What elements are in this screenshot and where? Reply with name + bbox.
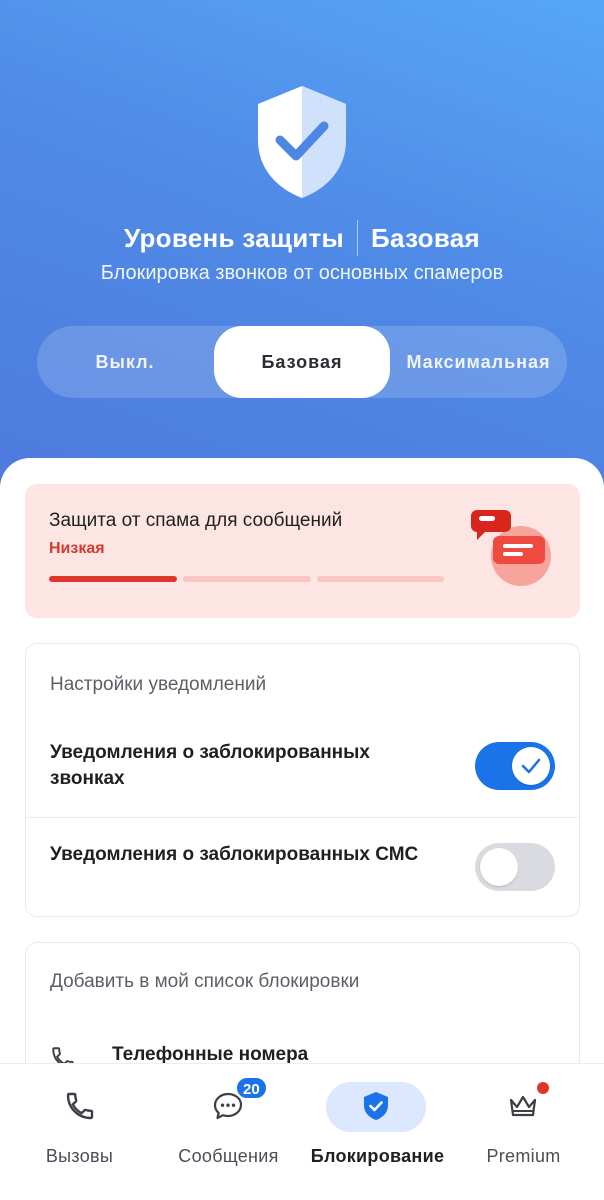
protection-header: Уровень защиты Базовая Блокировка звонко…	[0, 0, 604, 520]
blocked-sms-notification-toggle[interactable]	[475, 843, 555, 891]
spam-level-label: Низкая	[49, 540, 105, 557]
block-list-title: Добавить в мой список блокировки	[50, 971, 360, 992]
nav-label-premium: Premium	[486, 1146, 561, 1166]
spam-card-title: Защита от спама для сообщений	[49, 510, 343, 531]
nav-item-messages[interactable]: Сообщения	[153, 1064, 304, 1200]
nav-label-calls: Вызовы	[45, 1146, 114, 1166]
protection-mode-selector: Выкл. Базовая Максимальная	[37, 326, 567, 398]
messages-unread-badge: 20	[235, 1076, 268, 1100]
nav-label-messages: Сообщения	[178, 1146, 279, 1166]
mode-max-button[interactable]: Максимальная	[390, 326, 567, 398]
row-divider	[26, 817, 579, 818]
toggle-knob	[512, 747, 550, 785]
nav-label-blocking: Блокирование	[310, 1146, 445, 1166]
check-icon	[521, 758, 541, 774]
title-divider	[357, 220, 359, 256]
protection-level-heading: Уровень защиты Базовая	[0, 218, 604, 258]
protection-level-subtitle: Блокировка звонков от основных спамеров	[100, 262, 504, 284]
mode-off-button[interactable]: Выкл.	[37, 326, 213, 398]
notification-settings-title: Настройки уведомлений	[50, 674, 267, 695]
blocked-sms-notification-label: Уведомления о заблокированных СМС	[50, 844, 419, 865]
nav-item-blocking[interactable]: Блокирование	[302, 1064, 453, 1200]
shield-check-icon	[364, 1092, 388, 1120]
sms-spam-protection-card[interactable]: Защита от спама для сообщений Низкая	[25, 484, 580, 618]
premium-notification-dot	[537, 1082, 549, 1094]
bottom-navigation: Вызовы Сообщения Блокирование Premium	[0, 1064, 604, 1200]
protection-level-value: Базовая	[371, 222, 481, 253]
message-chat-illustration	[471, 510, 551, 586]
phone-icon	[66, 1092, 94, 1120]
blocked-calls-notification-toggle[interactable]	[475, 742, 555, 790]
nav-item-premium[interactable]: Premium	[448, 1064, 599, 1200]
shield-check-icon	[258, 86, 346, 198]
blocked-calls-notification-label: Уведомления о заблокированных звонках	[50, 742, 370, 789]
spam-level-bar-segment	[317, 576, 444, 582]
notification-settings-card: Настройки уведомлений Уведомления о забл…	[25, 643, 580, 917]
crown-icon	[509, 1095, 537, 1117]
toggle-knob	[480, 848, 518, 886]
spam-level-bar-segment	[49, 576, 177, 582]
protection-level-title: Уровень защиты	[123, 222, 345, 253]
mode-basic-button[interactable]: Базовая	[214, 326, 390, 398]
spam-level-bar-segment	[183, 576, 311, 582]
block-phone-numbers-item[interactable]: Телефонные номера	[112, 1044, 308, 1066]
nav-item-calls[interactable]: Вызовы	[4, 1064, 155, 1200]
